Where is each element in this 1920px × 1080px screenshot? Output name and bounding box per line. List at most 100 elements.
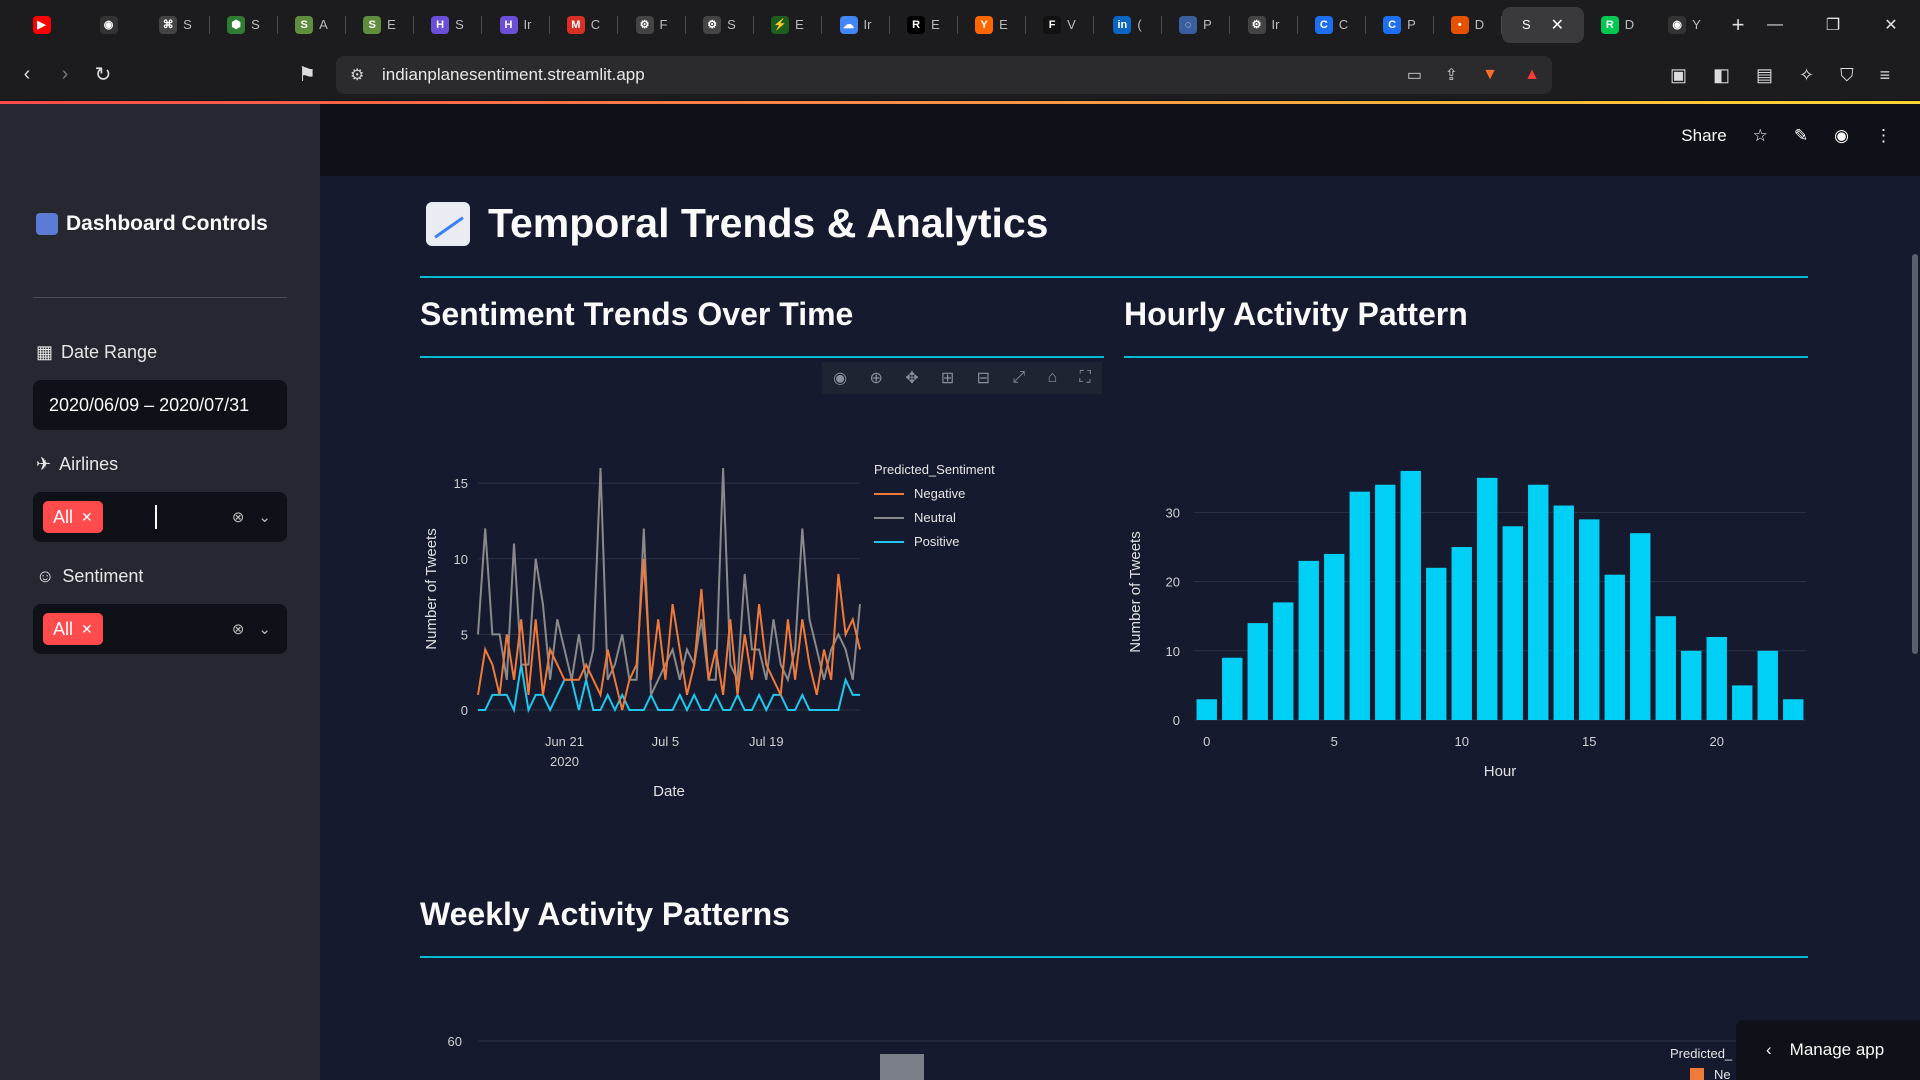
active-browser-tab[interactable]: S ✕ [1502,6,1584,43]
bar-hour-22 [1757,650,1778,720]
sentiment-trends-chart[interactable]: 0 5 10 15 Jun 21 2020 Jul 5 Jul 19 Date Number of… [420,404,1120,944]
series-line-neutral [477,467,861,696]
browser-tab[interactable]: SE [346,7,413,43]
camera-icon[interactable]: ◉ [833,368,847,388]
browser-tab[interactable]: ☁ Ir [822,7,889,43]
legend-entry: Negative [914,486,965,501]
browser-tab[interactable]: ⬢ S [210,7,277,43]
autoscale-icon[interactable]: ⤢ [1012,369,1025,387]
openai-icon: ⚙ [1247,15,1266,34]
url-field[interactable]: ⚙ indianplanesentiment.streamlit.app ▭ ⇪… [336,56,1552,94]
y-tick-label: 20 [1166,575,1180,590]
browser-tab[interactable]: ⚙ Ir [1230,7,1297,43]
browser-tab[interactable]: RE [890,7,957,43]
zoom-out-icon[interactable]: ⊟ [977,368,990,388]
close-tab-icon[interactable]: ✕ [1551,15,1564,35]
tab-title: S [251,17,260,32]
weekly-activity-chart[interactable]: 60 Predicted_ Ne [420,1004,1820,1080]
browser-tab[interactable]: ⚙ S [686,7,753,43]
section3-divider [420,956,1808,958]
github-icon[interactable]: ◉ [1834,126,1849,146]
browser-tab[interactable]: ⌘ S [142,7,209,43]
sentiment-tag-all[interactable]: All ✕ [43,613,103,645]
page-title-text: Temporal Trends & Analytics [488,200,1049,246]
browser-tab[interactable]: in ( [1094,7,1161,43]
airlines-tag-label: All [53,506,74,527]
close-window-icon[interactable]: ✕ [1862,0,1920,49]
title-divider [420,276,1808,278]
wallet-icon[interactable]: ▤ [1756,65,1773,86]
star-icon[interactable]: ☆ [1753,126,1768,146]
zoom-in-icon[interactable]: ⊞ [941,368,954,388]
bookmark-icon[interactable]: ⚑ [288,56,326,94]
site-settings-icon[interactable]: ⚙ [350,65,364,85]
scrollbar[interactable] [1912,254,1918,654]
bar-hour-4 [1298,560,1319,720]
manage-app-button[interactable]: ‹ Manage app [1736,1020,1920,1080]
browser-tab[interactable]: ▶ [8,7,75,43]
c-icon: C [1314,15,1333,34]
openai-icon: ⚙ [635,15,654,34]
browser-tab[interactable]: YE [958,7,1025,43]
edit-icon[interactable]: ✎ [1794,126,1808,146]
airplane-icon: ✈ [36,454,52,474]
reload-icon[interactable]: ↻ [84,56,122,94]
vpn-icon[interactable]: ⛉ [1840,65,1854,86]
browser-tab[interactable]: RD [1584,7,1651,43]
cast-icon[interactable]: ▭ [1407,65,1422,85]
date-range-input[interactable]: 2020/06/09 – 2020/07/31 [33,380,287,430]
minimize-icon[interactable]: — [1746,0,1804,49]
hourly-activity-heading: Hourly Activity Pattern [1124,296,1468,332]
bar-hour-13 [1528,484,1549,720]
home-icon[interactable]: ⌂ [1048,369,1058,387]
sentiment-multiselect[interactable]: All ✕ ⊗ ⌄ [33,604,287,654]
tab-title: Ir [1271,17,1280,32]
remove-tag-icon[interactable]: ✕ [81,621,93,638]
menu-icon[interactable]: ≡ [1880,65,1891,86]
brave-rewards-icon[interactable]: ▲ [1524,66,1540,84]
forward-icon[interactable]: › [46,56,84,94]
sidebar-toggle-icon[interactable]: ◧ [1713,65,1730,86]
browser-tab[interactable]: ◌ P [1162,7,1229,43]
browser-tab[interactable]: ⚙ F [618,7,685,43]
browser-tab[interactable]: ⚡ E [754,7,821,43]
brave-shield-icon[interactable]: ▼ [1482,66,1498,84]
x-tick-label: 20 [1710,734,1724,749]
remove-tag-icon[interactable]: ✕ [81,509,93,526]
browser-tab[interactable]: • D [1434,7,1501,43]
chevron-down-icon[interactable]: ⌄ [258,508,271,526]
browser-tab[interactable]: HS [414,7,481,43]
browser-tab[interactable]: ◉ [75,7,142,43]
hourly-activity-chart[interactable]: 0 10 20 30 0 5 10 15 20 Hour Number of Tweets [1124,404,1824,944]
sentiment-label-text: Sentiment [62,566,144,586]
clear-all-icon[interactable]: ⊗ [232,620,245,638]
chevron-down-icon[interactable]: ⌄ [258,620,271,638]
leo-ai-icon[interactable]: ✧ [1799,65,1814,86]
share-page-icon[interactable]: ⇪ [1445,65,1458,85]
browser-tab[interactable]: CC [1298,7,1365,43]
browser-tab[interactable]: MC [550,7,617,43]
browser-tab[interactable]: SA [278,7,345,43]
airlines-tag-all[interactable]: All ✕ [43,501,103,533]
pan-icon[interactable]: ✥ [905,368,918,388]
y-tick-label: 10 [1166,644,1180,659]
bar-hour-21 [1732,685,1753,720]
clear-all-icon[interactable]: ⊗ [232,508,245,526]
more-options-icon[interactable]: ⋮ [1875,126,1892,146]
browser-tab[interactable]: ◉ Y [1651,7,1718,43]
browser-tab[interactable]: H Ir [482,7,549,43]
reader-mode-icon[interactable]: ▣ [1670,65,1687,86]
browser-tab[interactable]: CP [1366,7,1433,43]
y-tick-label: 10 [454,552,468,567]
cloud-icon: ☁ [839,15,858,34]
fullscreen-icon[interactable]: ⛶ [1080,369,1091,387]
legend-entry: Neutral [914,510,956,525]
zoom-icon[interactable]: ⊕ [869,368,882,388]
sidebar: Dashboard Controls ▦ Date Range 2020/06/… [0,104,320,1080]
app-header: Share ☆ ✎ ◉ ⋮ [320,104,1920,176]
browser-tab[interactable]: FV [1026,7,1093,43]
back-icon[interactable]: ‹ [8,56,46,94]
airlines-multiselect[interactable]: All ✕ ⊗ ⌄ [33,492,287,542]
restore-icon[interactable]: ❐ [1804,0,1862,49]
share-button[interactable]: Share [1681,126,1726,146]
